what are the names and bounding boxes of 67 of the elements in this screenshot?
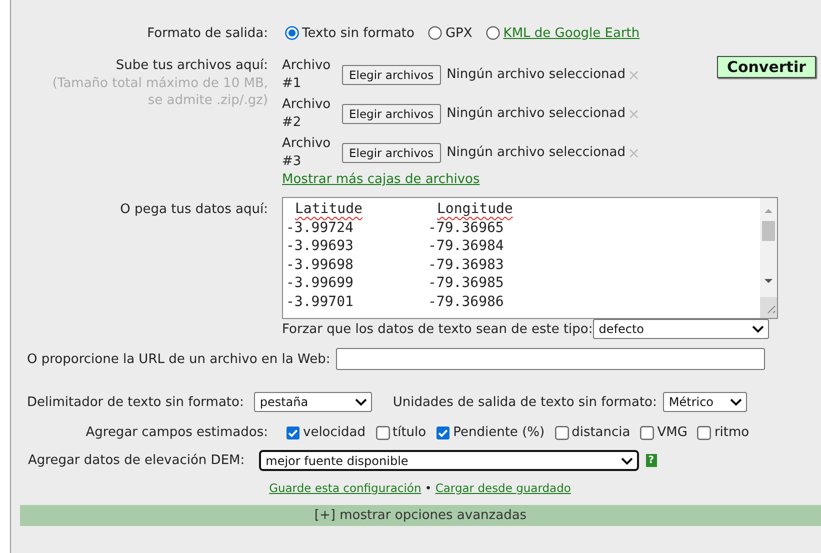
chevron-icon (752, 325, 764, 333)
data-value: -79.36985 (428, 274, 505, 293)
data-value: -3.99693 (286, 237, 354, 256)
dropdown[interactable]: pestaña (254, 392, 372, 412)
separator: • (424, 481, 433, 495)
size-note: (Tamaño total máximo de 10 MB, se admite .zip/.gz) (51, 75, 268, 109)
checkbox-option[interactable]: velocidad (286, 425, 366, 440)
field-label: O proporcione la URL de un archivo en la Web: (27, 352, 330, 366)
radio-icon[interactable] (486, 26, 500, 40)
radio-icon[interactable] (285, 26, 299, 40)
convert-button[interactable]: Convertir (716, 56, 816, 78)
checkbox-icon[interactable] (554, 426, 569, 440)
chevron-icon (730, 398, 742, 406)
data-value: -3.99699 (286, 274, 354, 293)
config-link[interactable]: Guarde esta configuración (269, 481, 422, 495)
field-label: Delimitador de texto sin formato: (27, 394, 244, 410)
advanced-options-bar[interactable]: [+] mostrar opciones avanzadas (20, 505, 821, 526)
chevron-icon (620, 456, 633, 464)
checkbox-icon[interactable] (640, 426, 654, 440)
file-label: Archivo #2 (282, 96, 332, 132)
checkbox-option[interactable]: VMG (640, 425, 688, 440)
radio-option[interactable]: Texto sin formato (285, 26, 414, 40)
radio-option[interactable]: KML de Google Earth (486, 26, 640, 40)
config-link[interactable]: Cargar desde guardado (435, 481, 571, 495)
data-value: -79.36983 (428, 256, 505, 274)
checkbox-option[interactable]: Pendiente (%) (436, 425, 545, 440)
column-header: Latitude (295, 201, 362, 217)
scrollbar[interactable] (760, 198, 777, 318)
field-label: Forzar que los datos de texto sean de este tipo: (282, 322, 593, 336)
choose-files-button[interactable]: Elegir archivos (342, 142, 441, 162)
field-label: Unidades de salida de texto sin formato: (392, 394, 657, 410)
file-label: Archivo #3 (282, 134, 332, 170)
url-field[interactable] (336, 348, 766, 370)
field-label: O pega tus datos aquí: (119, 201, 268, 217)
file-status: Ningún archivo seleccionad (446, 67, 626, 82)
more-files-link[interactable]: Mostrar más cajas de archivos (282, 172, 480, 187)
file-status: Ningún archivo seleccionad (446, 106, 626, 121)
data-value: -3.99724 (286, 218, 354, 238)
column-header: Longitude (437, 201, 513, 217)
file-status: Ningún archivo seleccionad (446, 145, 626, 160)
data-value: -79.36984 (428, 237, 505, 256)
checkbox-option[interactable]: ritmo (697, 425, 750, 440)
field-label: Agregar campos estimados: (84, 425, 268, 440)
radio-option[interactable]: GPX (428, 26, 472, 40)
field-label: Sube tus archivos aquí: (116, 57, 268, 74)
dropdown[interactable]: mejor fuente disponible (258, 450, 639, 471)
field-label: Agregar datos de elevación DEM: (28, 453, 245, 468)
data-value: -3.99701 (286, 292, 354, 312)
choose-files-button[interactable]: Elegir archivos (342, 104, 441, 124)
checkbox-icon[interactable] (376, 426, 390, 440)
data-value: -79.36965 (428, 218, 505, 238)
checkbox-icon[interactable] (286, 426, 300, 440)
checkbox-icon[interactable] (436, 426, 450, 440)
checkbox-option[interactable]: título (376, 425, 426, 440)
field-label: Formato de salida: (146, 26, 268, 40)
help-icon[interactable]: ? (646, 454, 657, 467)
choose-files-button[interactable]: Elegir archivos (342, 64, 441, 84)
file-label: Archivo #1 (282, 56, 332, 92)
checkbox-option[interactable]: distancia (554, 425, 630, 440)
data-value: -3.99698 (286, 256, 354, 274)
dropdown[interactable]: defecto (592, 319, 769, 339)
data-textarea[interactable]: Latitude Longitude -3.99724 -79.36965 -3.99693 -79.36984 -3.99698 -79.36983 -3.99699 -79.36985 -3.99701 -79.36986 (282, 197, 778, 319)
checkbox-icon[interactable] (697, 426, 712, 440)
radio-icon[interactable] (428, 26, 442, 40)
dropdown[interactable]: Métrico (662, 392, 747, 412)
data-value: -79.36986 (428, 292, 505, 312)
chevron-icon (354, 398, 367, 406)
